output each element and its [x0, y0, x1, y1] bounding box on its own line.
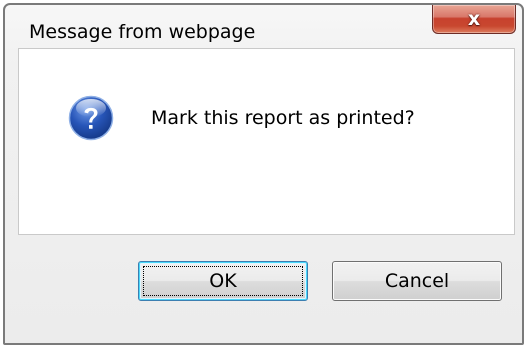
- cancel-button[interactable]: Cancel: [332, 261, 502, 301]
- message-area: [18, 48, 515, 235]
- button-row: OK Cancel: [5, 233, 522, 343]
- close-icon: x: [467, 8, 481, 30]
- message-dialog: Message from webpage x Mark this report …: [3, 3, 524, 345]
- close-button[interactable]: x: [432, 5, 516, 34]
- message-text: Mark this report as printed?: [151, 107, 415, 129]
- ok-button[interactable]: OK: [138, 261, 308, 301]
- question-icon: [68, 95, 114, 141]
- ok-button-label: OK: [209, 270, 237, 292]
- cancel-button-label: Cancel: [384, 270, 450, 292]
- title-bar[interactable]: Message from webpage x: [5, 5, 522, 43]
- dialog-title: Message from webpage: [29, 21, 256, 43]
